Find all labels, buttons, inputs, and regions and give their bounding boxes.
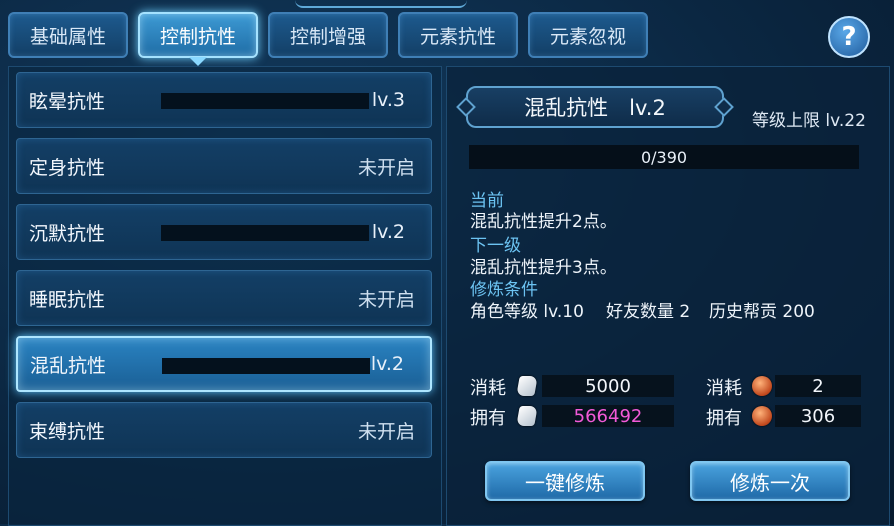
coin-icon	[752, 406, 772, 426]
detail-title-text: 混乱抗性 lv.2	[524, 96, 666, 120]
requirement-guild-contribution: 历史帮贡 200	[709, 302, 815, 322]
resistance-level: lv.3	[371, 89, 405, 111]
scroll-icon	[516, 406, 538, 426]
tab-bar: 基础属性 控制抗性 控制增强 元素抗性 元素忽视	[8, 12, 648, 66]
consume-label: 消耗	[470, 378, 506, 399]
resistance-status: 未开启	[357, 156, 415, 179]
resistance-row-silence[interactable]: 沉默抗性 lv.2	[16, 204, 432, 260]
coin-icon	[752, 376, 772, 396]
tab-element-ignore[interactable]: 元素忽视	[528, 12, 648, 58]
requirement-friend-count: 好友数量 2	[606, 302, 691, 322]
detail-title: 混乱抗性 lv.2	[466, 86, 724, 128]
tab-control-enhance[interactable]: 控制增强	[268, 12, 388, 58]
requirement-role-level: 角色等级 lv.10	[470, 302, 584, 322]
resistance-level: lv.2	[371, 221, 405, 243]
max-level: 等级上限 lv.22	[752, 111, 866, 131]
progress-bar	[161, 93, 369, 109]
consume-value-2: 2	[775, 375, 861, 397]
own-value-2: 306	[775, 405, 861, 427]
resistance-list: 眩晕抗性 lv.3 定身抗性 未开启 沉默抗性 lv.2 睡眠抗性 未开启 混乱…	[8, 66, 442, 526]
help-button[interactable]: ?	[828, 16, 870, 58]
resistance-name: 定身抗性	[29, 156, 106, 179]
consume-value-1: 5000	[542, 375, 674, 397]
scroll-icon	[516, 376, 538, 396]
experience-bar: 0/390	[469, 145, 859, 169]
own-label: 拥有	[470, 408, 506, 429]
resistance-row-stun[interactable]: 眩晕抗性 lv.3	[16, 72, 432, 128]
experience-text: 0/390	[640, 147, 688, 167]
tab-basic-attributes[interactable]: 基础属性	[8, 12, 128, 58]
train-once-button[interactable]: 修炼一次	[690, 461, 850, 501]
tab-control-resistance[interactable]: 控制抗性	[138, 12, 258, 66]
one-click-train-label: 一键修炼	[525, 470, 605, 495]
resistance-row-sleep[interactable]: 睡眠抗性 未开启	[16, 270, 432, 326]
train-once-label: 修炼一次	[730, 470, 810, 495]
own-amount-2: 306	[800, 405, 836, 427]
resistance-level: lv.2	[370, 353, 404, 375]
question-icon: ?	[841, 22, 857, 52]
resistance-name: 睡眠抗性	[29, 288, 106, 311]
consume-label: 消耗	[706, 378, 742, 399]
own-amount-1: 566492	[573, 405, 643, 427]
one-click-train-button[interactable]: 一键修炼	[485, 461, 645, 501]
resistance-status: 未开启	[357, 420, 415, 443]
top-ornament	[295, 0, 467, 8]
tab-element-resistance[interactable]: 元素抗性	[398, 12, 518, 58]
resistance-name: 混乱抗性	[30, 354, 107, 377]
own-value-1: 566492	[542, 405, 674, 427]
progress-bar	[161, 225, 369, 241]
progress-bar	[162, 358, 370, 374]
resistance-name: 沉默抗性	[29, 222, 106, 245]
resistance-row-confusion[interactable]: 混乱抗性 lv.2	[16, 336, 432, 392]
own-label: 拥有	[706, 408, 742, 429]
resistance-name: 束缚抗性	[29, 420, 106, 443]
resistance-name: 眩晕抗性	[29, 90, 106, 113]
current-effect: 混乱抗性提升2点。	[470, 212, 617, 232]
consume-amount-2: 2	[812, 375, 824, 397]
resistance-row-root[interactable]: 定身抗性 未开启	[16, 138, 432, 194]
consume-amount-1: 5000	[585, 375, 631, 397]
resistance-row-bind[interactable]: 束缚抗性 未开启	[16, 402, 432, 458]
resistance-status: 未开启	[357, 288, 415, 311]
